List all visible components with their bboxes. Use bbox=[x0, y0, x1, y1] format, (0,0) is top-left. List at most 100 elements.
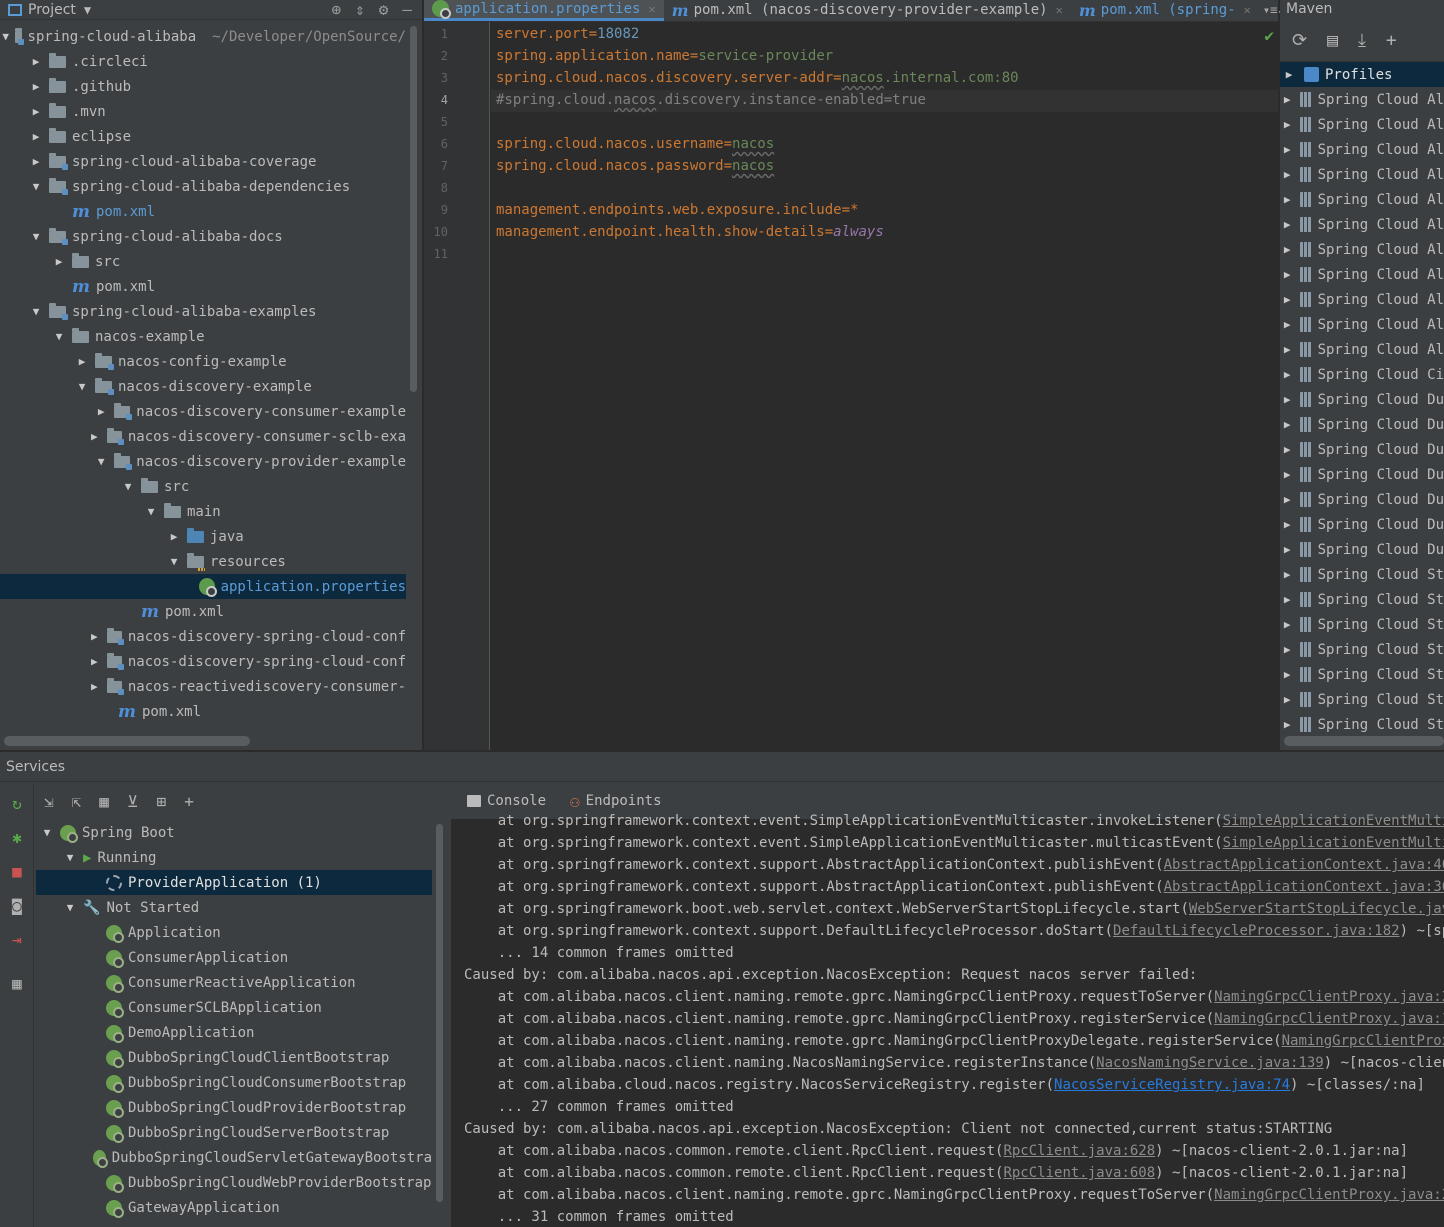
maven-tree-item[interactable]: ▶ Spring Cloud Al bbox=[1280, 162, 1444, 187]
maven-tree-item[interactable]: ▶ Spring Cloud St bbox=[1280, 587, 1444, 612]
maven-tree-item[interactable]: ▶ Profiles bbox=[1280, 62, 1444, 87]
project-horizontal-scrollbar[interactable] bbox=[4, 736, 250, 746]
tree-item[interactable]: ▶ spring-cloud-alibaba-coverage bbox=[0, 149, 406, 174]
tree-item[interactable]: m pom.xml bbox=[0, 599, 406, 624]
source-link[interactable]: NamingGrpcClientProxy.java:203 bbox=[1214, 1187, 1444, 1203]
source-link[interactable]: AbstractApplicationContext.java:404 bbox=[1164, 857, 1444, 873]
expand-all-icon[interactable]: ⇲ bbox=[44, 792, 54, 811]
maven-tree-item[interactable]: ▶ Spring Cloud St bbox=[1280, 662, 1444, 687]
collapsed-arrow-icon[interactable]: ▶ bbox=[88, 430, 101, 443]
project-vertical-scrollbar[interactable] bbox=[410, 26, 417, 392]
maven-tree-item[interactable]: ▶ Spring Cloud Du bbox=[1280, 487, 1444, 512]
expanded-arrow-icon[interactable]: ▼ bbox=[2, 30, 9, 43]
source-link[interactable]: NamingGrpcClientProxy.java:213 bbox=[1214, 989, 1444, 1005]
maven-tree-item[interactable]: ▶ Spring Cloud Al bbox=[1280, 187, 1444, 212]
maven-tree-item[interactable]: ▶ Spring Cloud St bbox=[1280, 637, 1444, 662]
collapsed-arrow-icon[interactable]: ▶ bbox=[167, 530, 181, 543]
collapsed-arrow-icon[interactable]: ▶ bbox=[1282, 418, 1292, 431]
tree-item[interactable]: ▶ nacos-discovery-consumer-sclb-exa bbox=[0, 424, 406, 449]
tab-console[interactable]: Console bbox=[467, 793, 546, 809]
maven-tree-item[interactable]: ▶ Spring Cloud Du bbox=[1280, 512, 1444, 537]
layout-icon[interactable]: ▦ bbox=[8, 975, 26, 993]
collapsed-arrow-icon[interactable]: ▶ bbox=[1282, 443, 1292, 456]
collapsed-arrow-icon[interactable]: ▶ bbox=[1282, 343, 1292, 356]
collapsed-arrow-icon[interactable]: ▶ bbox=[29, 155, 43, 168]
filter-icon[interactable]: ⊻ bbox=[127, 792, 139, 811]
maven-tree-item[interactable]: ▶ Spring Cloud St bbox=[1280, 612, 1444, 637]
group-by-icon[interactable]: ▦ bbox=[99, 792, 109, 811]
collapsed-arrow-icon[interactable]: ▶ bbox=[1282, 93, 1292, 106]
collapsed-arrow-icon[interactable]: ▶ bbox=[75, 355, 89, 368]
service-item[interactable]: DemoApplication bbox=[36, 1020, 432, 1045]
tree-item[interactable]: application.properties bbox=[0, 574, 406, 599]
service-item[interactable]: ConsumerSCLBApplication bbox=[36, 995, 432, 1020]
expanded-arrow-icon[interactable]: ▼ bbox=[29, 305, 43, 318]
editor-tab[interactable]: m pom.xml (nacos-discovery-provider-examp… bbox=[664, 0, 1071, 21]
collapsed-arrow-icon[interactable]: ▶ bbox=[1282, 668, 1292, 681]
gear-icon[interactable]: ⚙ bbox=[379, 0, 389, 19]
maven-tree-item[interactable]: ▶ Spring Cloud Al bbox=[1280, 312, 1444, 337]
service-item[interactable]: ▼ Spring Boot bbox=[36, 820, 432, 845]
collapsed-arrow-icon[interactable]: ▶ bbox=[94, 405, 107, 418]
collapsed-arrow-icon[interactable]: ▶ bbox=[1282, 193, 1292, 206]
collapsed-arrow-icon[interactable]: ▶ bbox=[1282, 168, 1292, 181]
collapsed-arrow-icon[interactable]: ▶ bbox=[1282, 643, 1292, 656]
service-item[interactable]: ▼ 🔧 Not Started bbox=[36, 895, 432, 920]
rerun-icon[interactable]: ↻ bbox=[8, 795, 26, 813]
expanded-arrow-icon[interactable]: ▼ bbox=[40, 826, 54, 839]
tree-item[interactable]: ▼ spring-cloud-alibaba-dependencies bbox=[0, 174, 406, 199]
stop-icon[interactable]: ■ bbox=[8, 863, 26, 881]
maven-tree-item[interactable]: ▶ Spring Cloud Ci bbox=[1280, 362, 1444, 387]
collapsed-arrow-icon[interactable]: ▶ bbox=[1282, 118, 1292, 131]
maven-tree-item[interactable]: ▶ Spring Cloud Al bbox=[1280, 337, 1444, 362]
collapsed-arrow-icon[interactable]: ▶ bbox=[1282, 468, 1292, 481]
tab-endpoints[interactable]: ⚇ Endpoints bbox=[570, 792, 662, 811]
source-link[interactable]: NacosServiceRegistry.java:74 bbox=[1054, 1077, 1290, 1093]
collapsed-arrow-icon[interactable]: ▶ bbox=[29, 105, 43, 118]
maven-tree-item[interactable]: ▶ Spring Cloud Al bbox=[1280, 237, 1444, 262]
expanded-arrow-icon[interactable]: ▼ bbox=[63, 851, 77, 864]
tree-item[interactable]: ▼ nacos-discovery-example bbox=[0, 374, 406, 399]
service-item[interactable]: DubboSpringCloudClientBootstrap bbox=[36, 1045, 432, 1070]
reload-icon[interactable]: ⟳ bbox=[1292, 30, 1307, 51]
camera-icon[interactable]: ◙ bbox=[8, 897, 26, 915]
collapsed-arrow-icon[interactable]: ▶ bbox=[52, 255, 66, 268]
maven-tree-item[interactable]: ▶ Spring Cloud Du bbox=[1280, 462, 1444, 487]
collapsed-arrow-icon[interactable]: ▶ bbox=[1282, 218, 1292, 231]
collapsed-arrow-icon[interactable]: ▶ bbox=[1282, 393, 1292, 406]
locate-icon[interactable]: ⊕ bbox=[331, 0, 341, 19]
service-item[interactable]: ▼ ▶ Running bbox=[36, 845, 432, 870]
tree-item[interactable]: ▶ src bbox=[0, 249, 406, 274]
expanded-arrow-icon[interactable]: ▼ bbox=[63, 901, 77, 914]
collapse-all-icon[interactable]: ⇕ bbox=[355, 0, 365, 19]
collapsed-arrow-icon[interactable]: ▶ bbox=[1282, 568, 1292, 581]
editor-tab[interactable]: application.properties ✕ bbox=[424, 0, 664, 21]
collapsed-arrow-icon[interactable]: ▶ bbox=[88, 655, 101, 668]
source-link[interactable]: DefaultLifecycleProcessor.java:182 bbox=[1113, 923, 1400, 939]
collapse-all-icon[interactable]: ⇱ bbox=[72, 792, 82, 811]
tree-item[interactable]: ▶ .github bbox=[0, 74, 406, 99]
expanded-arrow-icon[interactable]: ▼ bbox=[75, 380, 89, 393]
tree-item[interactable]: ▼ src bbox=[0, 474, 406, 499]
collapsed-arrow-icon[interactable]: ▶ bbox=[1282, 318, 1292, 331]
tree-item[interactable]: m pom.xml bbox=[0, 699, 406, 724]
collapsed-arrow-icon[interactable]: ▶ bbox=[29, 130, 43, 143]
source-link[interactable]: AbstractApplicationContext.java:361 bbox=[1164, 879, 1444, 895]
service-item[interactable]: DubboSpringCloudConsumerBootstrap bbox=[36, 1070, 432, 1095]
maven-tree-item[interactable]: ▶ Spring Cloud St bbox=[1280, 687, 1444, 712]
inspection-ok-icon[interactable]: ✔ bbox=[1264, 26, 1274, 45]
collapsed-arrow-icon[interactable]: ▶ bbox=[1282, 543, 1292, 556]
service-item[interactable]: ProviderApplication (1) bbox=[36, 870, 432, 895]
source-link[interactable]: NamingGrpcClientProxyDelegate.java:95 bbox=[1282, 1033, 1444, 1049]
collapsed-arrow-icon[interactable]: ▶ bbox=[1282, 143, 1292, 156]
source-link[interactable]: SimpleApplicationEventMulticaster bbox=[1223, 835, 1444, 851]
tree-item[interactable]: m pom.xml bbox=[0, 199, 406, 224]
tree-item[interactable]: ▶ nacos-discovery-consumer-example bbox=[0, 399, 406, 424]
service-item[interactable]: GatewayApplication bbox=[36, 1195, 432, 1220]
maven-tree-item[interactable]: ▶ Spring Cloud St bbox=[1280, 562, 1444, 587]
tree-item[interactable]: ▶ nacos-discovery-spring-cloud-conf bbox=[0, 624, 406, 649]
collapsed-arrow-icon[interactable]: ▶ bbox=[1282, 243, 1292, 256]
maven-tree-item[interactable]: ▶ Spring Cloud Du bbox=[1280, 537, 1444, 562]
tree-item[interactable]: ▼ spring-cloud-alibaba-docs bbox=[0, 224, 406, 249]
collapsed-arrow-icon[interactable]: ▶ bbox=[1282, 593, 1292, 606]
